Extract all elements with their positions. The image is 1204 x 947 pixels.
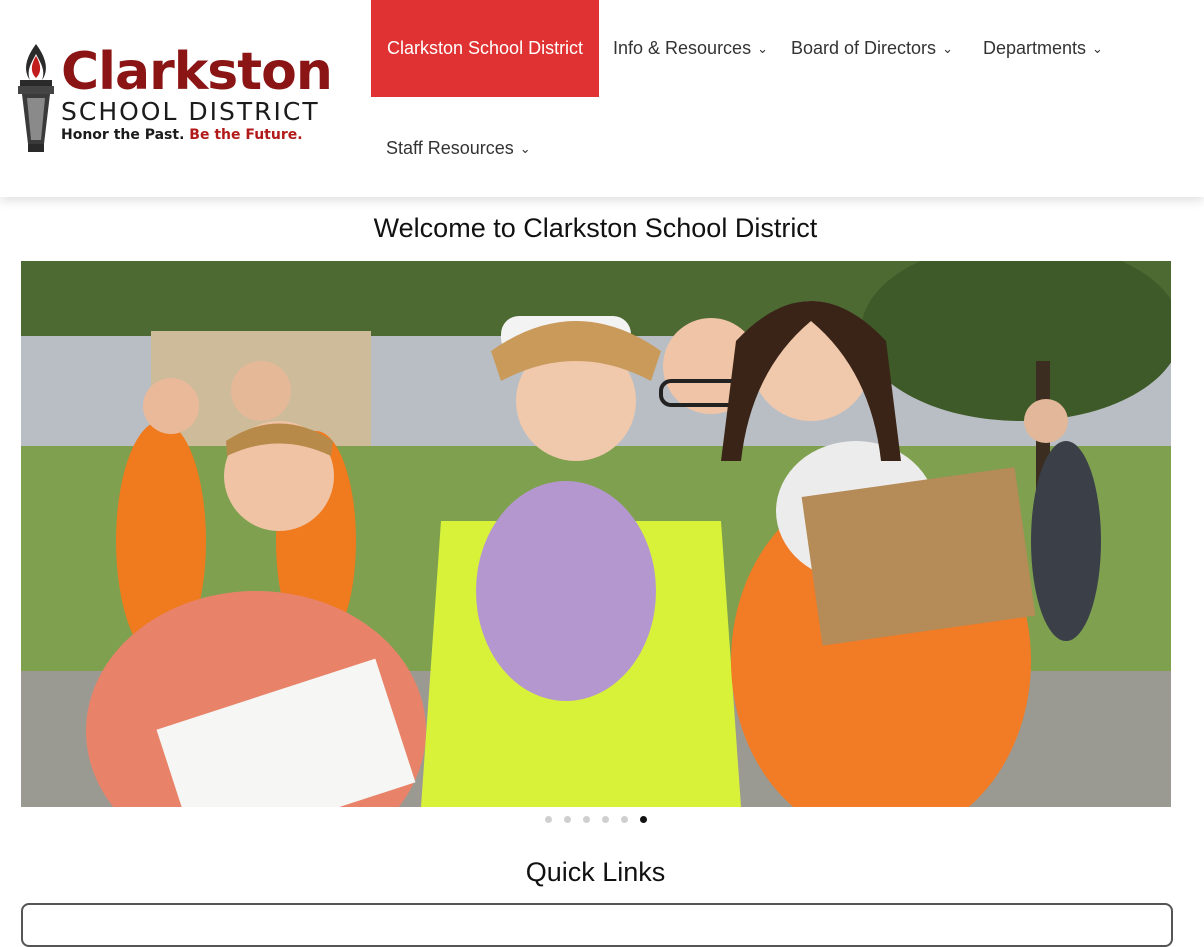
hero-carousel-image[interactable] [21, 261, 1171, 807]
district-logo[interactable]: Clarkston SCHOOL DISTRICT Honor the Past… [14, 40, 344, 155]
logo-subtitle: SCHOOL DISTRICT [61, 97, 320, 126]
chevron-down-icon: ⌄ [757, 40, 768, 56]
nav-item-board-of-directors[interactable]: Board of Directors ⌄ [791, 0, 953, 97]
logo-tagline: Honor the Past. Be the Future. [61, 126, 303, 144]
carousel-dot[interactable] [582, 816, 590, 823]
nav-item-info-resources[interactable]: Info & Resources ⌄ [613, 0, 768, 97]
chevron-down-icon: ⌄ [1092, 40, 1103, 56]
tagline-part1: Honor the Past. [61, 127, 185, 143]
site-header: Clarkston SCHOOL DISTRICT Honor the Past… [0, 0, 1204, 197]
quick-links-title: Quick Links [525, 857, 666, 887]
nav-item-label: Info & Resources [613, 38, 752, 58]
main-nav: Clarkston School District Info & Resourc… [371, 0, 1204, 197]
nav-item-label: Board of Directors [791, 38, 937, 58]
nav-item-staff-resources[interactable]: Staff Resources ⌄ [386, 100, 531, 197]
nav-item-label: Staff Resources [386, 138, 514, 158]
nav-item-clarkston-school-district[interactable]: Clarkston School District [371, 0, 600, 97]
carousel-dot[interactable] [563, 816, 571, 823]
carousel-dot[interactable] [601, 816, 609, 823]
carousel-dot-active[interactable] [639, 816, 647, 823]
torch-icon [18, 44, 54, 152]
chevron-down-icon: ⌄ [942, 40, 953, 56]
logo-name: Clarkston [61, 42, 333, 102]
nav-item-label: Departments [983, 38, 1087, 58]
nav-item-departments[interactable]: Departments ⌄ [983, 0, 1103, 97]
chevron-down-icon: ⌄ [519, 140, 531, 156]
carousel-pagination [0, 816, 1191, 823]
tagline-part2: Be the Future. [189, 127, 303, 143]
carousel-dot[interactable] [544, 816, 552, 823]
nav-item-label: Clarkston School District [387, 38, 584, 58]
carousel-dot[interactable] [620, 816, 628, 823]
page-title: Welcome to Clarkston School District [373, 213, 818, 243]
hero-photo [21, 261, 1171, 807]
